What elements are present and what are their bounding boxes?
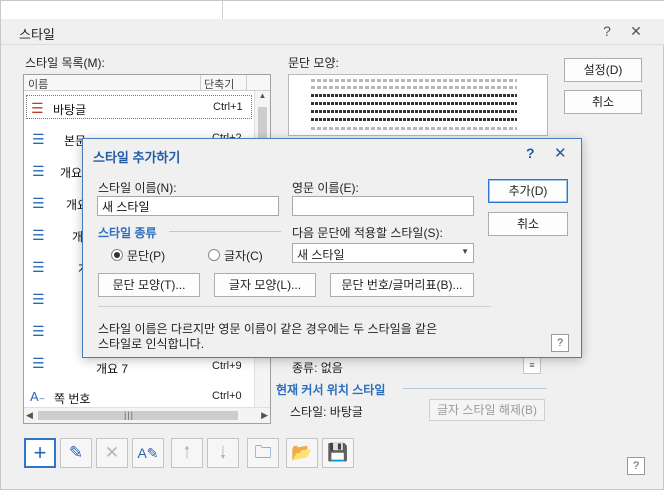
para-style-icon: ☰ <box>32 259 45 275</box>
radio-character[interactable] <box>208 249 220 261</box>
radio-character-label: 글자(C) <box>224 249 263 263</box>
scroll-left-icon[interactable]: ◀ <box>26 410 33 421</box>
para-style-icon: ☰ <box>32 195 45 211</box>
pencil-icon[interactable]: ✎ <box>60 438 92 468</box>
chevron-down-icon: ▼ <box>461 247 469 256</box>
close-icon[interactable]: ✕ <box>554 144 567 162</box>
open-folder-icon[interactable]: 📂 <box>286 438 318 468</box>
char-shape-button[interactable]: 글자 모양(L)... <box>214 273 316 297</box>
settings-button[interactable]: 설정(D) <box>564 58 642 82</box>
list-item[interactable]: ☰ 바탕글 Ctrl+1 <box>26 95 252 119</box>
scroll-thumb-horizontal[interactable] <box>38 411 238 420</box>
arrow-down-icon[interactable]: 🠓 <box>207 438 239 468</box>
column-name-header[interactable]: 이름 <box>28 76 48 92</box>
title-bar[interactable]: 스타일 ? ✕ <box>1 19 664 45</box>
radio-paragraph[interactable] <box>111 249 123 261</box>
char-style-icon: A₋ <box>30 389 46 404</box>
save-icon[interactable]: 💾 <box>322 438 354 468</box>
edit-style-icon[interactable]: A✎ <box>132 438 164 468</box>
paragraph-preview <box>288 74 548 136</box>
para-style-icon: ☰ <box>32 323 45 339</box>
para-style-icon: ☰ <box>32 291 45 307</box>
help-icon[interactable]: ? <box>551 334 569 352</box>
add-style-dialog: 스타일 추가하기 ? ✕ 스타일 이름(N): 영문 이름(E): 추가(D) … <box>82 138 582 358</box>
para-type-text: 종류: 없음 <box>292 361 343 375</box>
para-style-icon: ☰ <box>32 131 45 147</box>
column-key-header[interactable]: 단축기 <box>204 76 234 92</box>
add-button[interactable]: 추가(D) <box>488 179 568 203</box>
next-style-select[interactable]: 새 스타일 ▼ <box>292 243 474 263</box>
para-style-icon: ☰ <box>32 163 45 179</box>
list-item[interactable]: A₋ 쪽 번호 Ctrl+0 <box>26 385 252 409</box>
import-icon[interactable]: 🗀 <box>247 438 279 468</box>
cancel-button[interactable]: 취소 <box>564 90 642 114</box>
radio-paragraph-label: 문단(P) <box>127 249 166 263</box>
style-list-label: 스타일 목록(M): <box>25 56 105 70</box>
eng-name-input[interactable] <box>292 196 474 216</box>
list-item[interactable]: 개요 7 Ctrl+9 <box>26 355 252 379</box>
dialog-cancel-button[interactable]: 취소 <box>488 212 568 236</box>
help-icon[interactable]: ? <box>599 23 615 39</box>
list-format-icon[interactable]: ≡ <box>523 356 541 374</box>
para-style-icon: ☰ <box>32 227 45 243</box>
background-divider <box>222 1 223 19</box>
background-strip <box>1 1 664 19</box>
plus-icon[interactable]: + <box>24 438 56 468</box>
next-style-value: 새 스타일 <box>297 248 345 262</box>
release-char-style-button[interactable]: 글자 스타일 해제(B) <box>429 399 545 421</box>
scroll-right-icon[interactable]: ▶ <box>261 410 268 421</box>
eng-name-label: 영문 이름(E): <box>292 181 359 195</box>
cursor-style-section-title: 현재 커서 위치 스타일 <box>276 383 386 397</box>
dialog-title: 스타일 추가하기 <box>93 150 181 165</box>
para-style-icon: ☰ <box>31 100 44 116</box>
note-line-2: 스타일로 인식합니다. <box>98 337 205 351</box>
para-shape-button[interactable]: 문단 모양(T)... <box>98 273 200 297</box>
scroll-up-icon[interactable]: ▲ <box>255 91 270 105</box>
next-style-label: 다음 문단에 적용할 스타일(S): <box>292 226 443 240</box>
horizontal-scrollbar[interactable]: ◀ ||| ▶ <box>24 407 270 423</box>
close-icon[interactable]: ✕ <box>628 23 644 40</box>
cursor-style-text: 스타일: 바탕글 <box>290 405 363 419</box>
numbering-button[interactable]: 문단 번호/글머리표(B)... <box>330 273 474 297</box>
window-title: 스타일 <box>19 27 55 42</box>
style-name-input[interactable] <box>97 196 279 216</box>
delete-icon[interactable]: ✕ <box>96 438 128 468</box>
style-name-label: 스타일 이름(N): <box>98 181 177 195</box>
help-icon[interactable]: ? <box>526 145 535 161</box>
arrow-up-icon[interactable]: 🠑 <box>171 438 203 468</box>
help-icon[interactable]: ? <box>627 457 645 475</box>
style-type-section-title: 스타일 종류 <box>98 226 157 240</box>
list-header: 이름 단축기 <box>24 75 270 91</box>
preview-label: 문단 모양: <box>288 56 339 70</box>
scroll-grip: ||| <box>124 410 135 420</box>
